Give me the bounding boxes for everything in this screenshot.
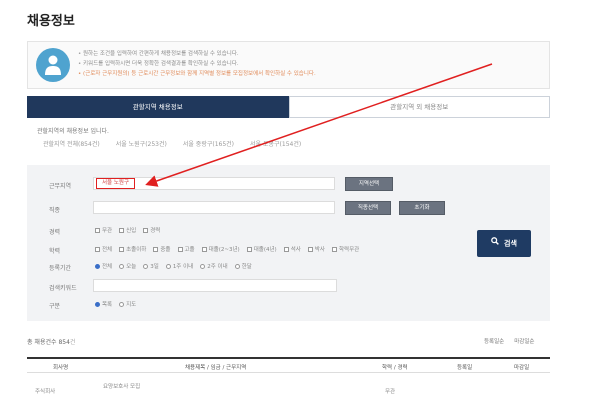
region-link-jungnang[interactable]: 서울 중랑구(165건) bbox=[183, 139, 234, 148]
column-header-deadline: 마감일 bbox=[514, 365, 530, 371]
period-option[interactable]: 오늘 bbox=[119, 262, 136, 270]
region-select-button[interactable]: 지역선택 bbox=[345, 177, 393, 191]
result-count-value: 854 bbox=[58, 339, 70, 346]
region-link-nowon[interactable]: 서울 노원구(253건) bbox=[116, 139, 167, 148]
sort-by-deadline[interactable]: 마감일순 bbox=[514, 337, 534, 345]
search-form: 근무지역 서울 노원구 지역선택 직종 직종선택 초기화 경력 무관 신입 경력… bbox=[27, 165, 550, 321]
education-label: 학력 bbox=[49, 248, 61, 255]
keyword-input[interactable] bbox=[93, 279, 337, 292]
work-region-label: 근무지역 bbox=[49, 183, 72, 190]
result-count-unit: 건 bbox=[69, 339, 76, 346]
education-option[interactable]: 중졸 bbox=[153, 245, 171, 253]
sort-by-registration[interactable]: 등록일순 bbox=[484, 337, 504, 345]
view-option-map[interactable]: 지도 bbox=[119, 300, 136, 308]
education-option[interactable]: 초졸이하 bbox=[119, 245, 146, 253]
notice-line: 키워드를 입력하시면 더욱 정확한 검색결과를 확인하실 수 있습니다. bbox=[78, 59, 316, 69]
row-title[interactable]: 요양보호사 모집 bbox=[103, 382, 140, 390]
notice-box: 원하는 조건을 입력하여 간편하게 채용정보를 검색하실 수 있습니다. 키워드… bbox=[27, 41, 550, 89]
view-option-list[interactable]: 목록 bbox=[95, 300, 112, 308]
results-table-header: 회사명 채용제목 / 임금 / 근무지역 학력 / 경력 등록일 마감일 bbox=[27, 357, 550, 373]
education-options: 전체 초졸이하 중졸 고졸 대졸(2~3년) 대졸(4년) 석사 박사 학력무관 bbox=[95, 245, 359, 253]
education-option[interactable]: 대졸(4년) bbox=[246, 245, 277, 253]
view-options: 목록 지도 bbox=[95, 300, 136, 308]
tab-other-region-jobs[interactable]: 관할지역 외 채용정보 bbox=[288, 96, 550, 118]
column-header-registered: 등록일 bbox=[457, 365, 473, 371]
period-option[interactable]: 한달 bbox=[234, 262, 252, 270]
period-label: 등록기간 bbox=[49, 265, 72, 272]
job-label: 직종 bbox=[49, 207, 61, 214]
period-option[interactable]: 전체 bbox=[95, 262, 112, 270]
column-header-title: 채용제목 / 임금 / 근무지역 bbox=[185, 365, 247, 371]
period-options: 전체 오늘 3일 1주 이내 2주 이내 한달 bbox=[95, 262, 252, 270]
region-links: 관할지역 전체(854건) 서울 노원구(253건) 서울 중랑구(165건) … bbox=[43, 139, 301, 148]
keyword-label: 검색키워드 bbox=[49, 285, 77, 292]
search-icon bbox=[491, 230, 499, 257]
column-header-education: 학력 / 경력 bbox=[382, 365, 408, 371]
job-field[interactable] bbox=[93, 201, 335, 214]
row-company: 주식회사 bbox=[35, 389, 56, 395]
career-label: 경력 bbox=[49, 229, 61, 236]
education-option[interactable]: 고졸 bbox=[177, 245, 195, 253]
result-tabs: 관할지역 채용정보 관할지역 외 채용정보 bbox=[27, 96, 550, 118]
search-button-label: 검색 bbox=[504, 239, 517, 248]
result-count: 총 채용건수 854건 bbox=[27, 337, 75, 346]
region-link-dobong[interactable]: 서울 도봉구(154건) bbox=[250, 139, 301, 148]
tab-local-jobs[interactable]: 관할지역 채용정보 bbox=[27, 96, 289, 118]
page-title: 채용정보 bbox=[27, 14, 75, 29]
sort-options: 등록일순 마감일순 bbox=[484, 337, 535, 345]
career-option[interactable]: 경력 bbox=[143, 226, 160, 234]
work-region-tag[interactable]: 서울 노원구 bbox=[96, 178, 136, 189]
table-row[interactable]: 주식회사 요양보호사 모집 무관 bbox=[27, 378, 550, 398]
notice-list: 원하는 조건을 입력하여 간편하게 채용정보를 검색하실 수 있습니다. 키워드… bbox=[78, 49, 316, 79]
reset-button[interactable]: 초기화 bbox=[399, 201, 445, 215]
career-option[interactable]: 무관 bbox=[95, 226, 112, 234]
region-link-all[interactable]: 관할지역 전체(854건) bbox=[43, 139, 100, 148]
education-option[interactable]: 대졸(2~3년) bbox=[201, 245, 240, 253]
education-option[interactable]: 학력무관 bbox=[331, 245, 359, 253]
period-option[interactable]: 3일 bbox=[143, 262, 159, 270]
education-option[interactable]: 박사 bbox=[307, 245, 325, 253]
region-info-label: 관할지역의 채용정보 입니다. bbox=[37, 128, 109, 135]
education-option[interactable]: 전체 bbox=[95, 245, 112, 253]
job-select-button[interactable]: 직종선택 bbox=[345, 201, 391, 215]
row-meta: 무관 bbox=[385, 389, 396, 395]
notice-line-warning: (근로자 근무지원의) 등 근로시간 근무정보와 함께 지역별 정보를 모집정보… bbox=[78, 69, 316, 79]
result-count-label: 총 채용건수 bbox=[27, 339, 57, 346]
education-option[interactable]: 석사 bbox=[283, 245, 301, 253]
career-option[interactable]: 신입 bbox=[119, 226, 136, 234]
column-header-company: 회사명 bbox=[53, 365, 69, 371]
user-avatar-icon bbox=[36, 48, 70, 82]
notice-line: 원하는 조건을 입력하여 간편하게 채용정보를 검색하실 수 있습니다. bbox=[78, 49, 316, 59]
view-label: 구분 bbox=[49, 303, 61, 310]
period-option[interactable]: 2주 이내 bbox=[200, 262, 228, 270]
period-option[interactable]: 1주 이내 bbox=[165, 262, 193, 270]
career-options: 무관 신입 경력 bbox=[95, 226, 160, 234]
search-button[interactable]: 검색 bbox=[477, 230, 531, 257]
